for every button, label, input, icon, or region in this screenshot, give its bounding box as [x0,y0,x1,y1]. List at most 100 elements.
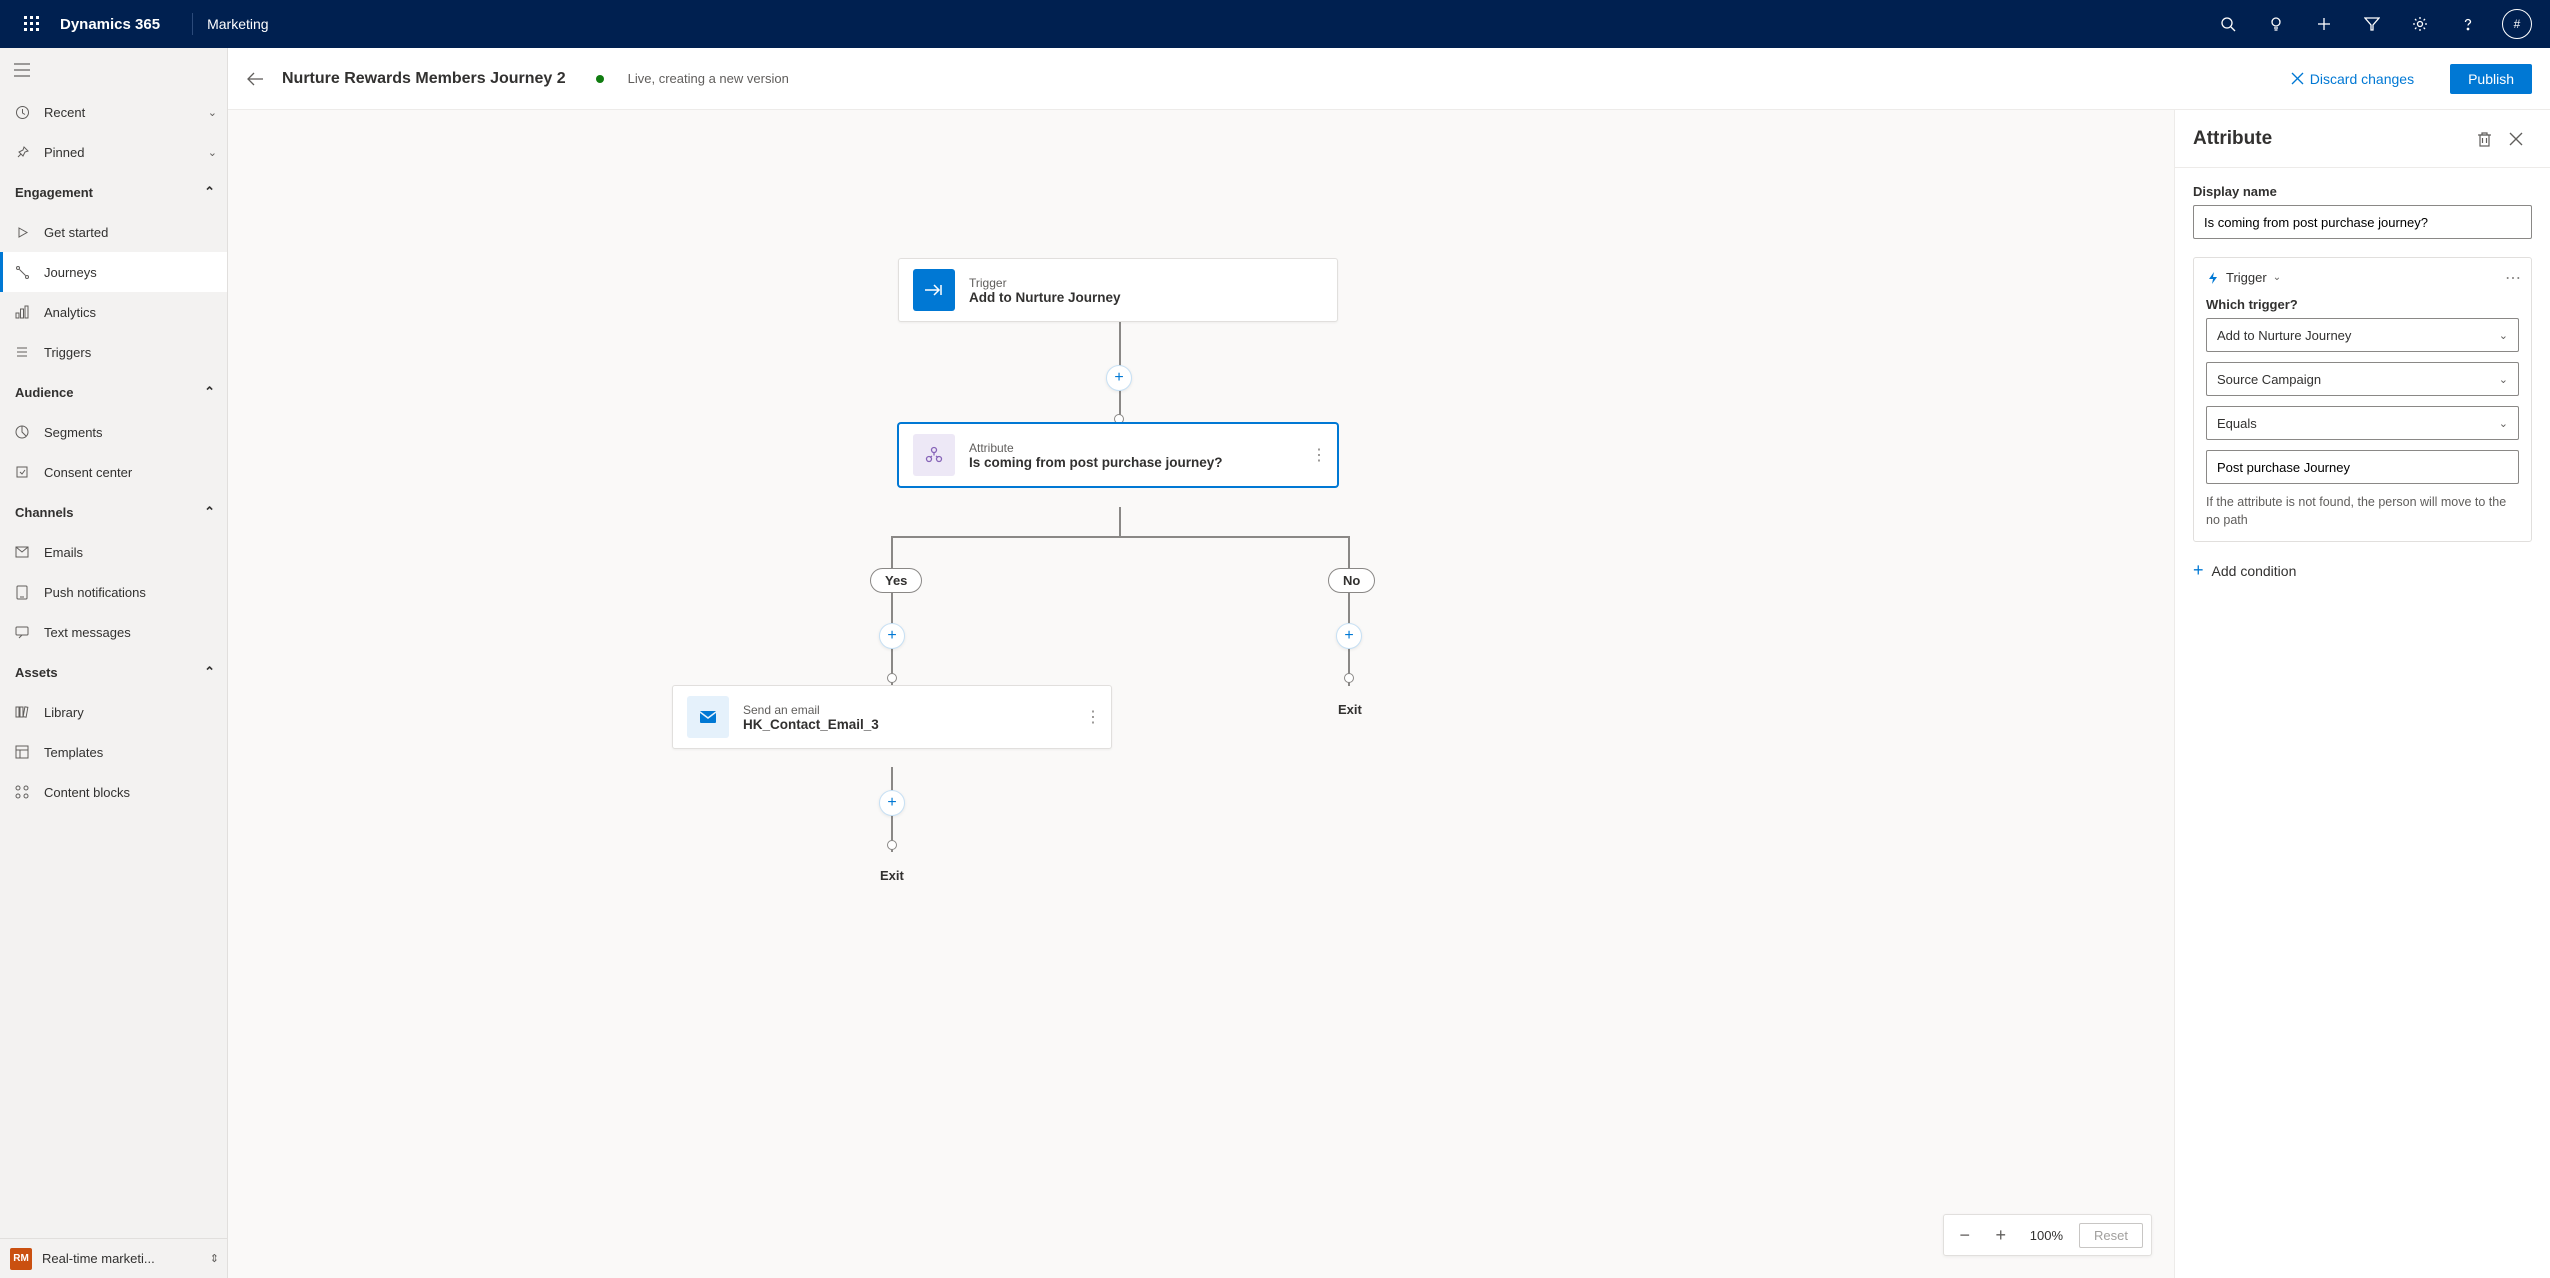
select-value: Equals [2217,416,2257,431]
sidebar-pinned[interactable]: Pinned ⌄ [0,132,227,172]
more-icon[interactable]: ⋮ [1311,445,1327,465]
updown-icon: ⇕ [210,1252,219,1265]
sidebar-item-label: Content blocks [44,785,130,800]
app-launcher-icon[interactable] [8,0,56,48]
sidebar-footer[interactable]: RM Real-time marketi... ⇕ [0,1238,227,1278]
trigger-select[interactable]: Add to Nurture Journey ⌄ [2206,318,2519,352]
gear-icon[interactable] [2396,0,2444,48]
chevron-down-icon: ⌄ [208,106,217,119]
input-port[interactable] [887,673,897,683]
node-trigger[interactable]: Trigger Add to Nurture Journey [898,258,1338,322]
sidebar-group-audience[interactable]: Audience ⌃ [0,372,227,412]
sidebar-item-label: Get started [44,225,108,240]
exit-port[interactable] [887,840,897,850]
sidebar-item-library[interactable]: Library [0,692,227,732]
display-name-input[interactable] [2193,205,2532,239]
branch-connector-no [1348,536,1350,686]
sidebar-group-engagement[interactable]: Engagement ⌃ [0,172,227,212]
sidebar-item-label: Push notifications [44,585,146,600]
add-step-button[interactable]: + [879,623,905,649]
field-select[interactable]: Source Campaign ⌄ [2206,362,2519,396]
sidebar-item-text[interactable]: Text messages [0,612,227,652]
sidebar-item-label: Recent [44,105,194,120]
consent-icon [14,465,30,479]
node-email[interactable]: Send an email HK_Contact_Email_3 ⋮ [672,685,1112,749]
condition-value-input[interactable] [2206,450,2519,484]
play-icon [14,226,30,239]
group-label: Channels [15,505,74,520]
sidebar-item-label: Templates [44,745,103,760]
zoom-in-button[interactable]: + [1988,1222,2014,1248]
exit-port[interactable] [1344,673,1354,683]
sidebar-item-analytics[interactable]: Analytics [0,292,227,332]
node-type-label: Trigger [969,276,1121,290]
node-attribute[interactable]: Attribute Is coming from post purchase j… [898,423,1338,487]
sidebar-item-label: Library [44,705,84,720]
operator-select[interactable]: Equals ⌄ [2206,406,2519,440]
sidebar-item-get-started[interactable]: Get started [0,212,227,252]
delete-icon[interactable] [2468,123,2500,155]
close-icon[interactable] [2500,123,2532,155]
chevron-down-icon: ⌄ [2499,373,2508,386]
sidebar-item-label: Segments [44,425,103,440]
more-icon[interactable]: ⋮ [1085,707,1101,727]
blocks-icon [14,785,30,799]
add-step-button[interactable]: + [1106,365,1132,391]
email-icon [687,696,729,738]
lightbulb-icon[interactable] [2252,0,2300,48]
chevron-up-icon: ⌃ [204,384,215,400]
sidebar-group-assets[interactable]: Assets ⌃ [0,652,227,692]
panel-title: Attribute [2193,128,2468,150]
group-label: Engagement [15,185,93,200]
exit-label: Exit [880,868,904,883]
branch-yes[interactable]: Yes [870,568,922,593]
hamburger-icon[interactable] [0,48,227,92]
library-icon [14,705,30,719]
footer-label: Real-time marketi... [42,1251,200,1266]
branch-no[interactable]: No [1328,568,1375,593]
select-value: Add to Nurture Journey [2217,328,2351,343]
group-label: Audience [15,385,74,400]
sidebar-item-push[interactable]: Push notifications [0,572,227,612]
sidebar-recent[interactable]: Recent ⌄ [0,92,227,132]
zoom-out-button[interactable]: − [1952,1222,1978,1248]
sidebar-item-templates[interactable]: Templates [0,732,227,772]
sidebar-item-label: Analytics [44,305,96,320]
sidebar-item-journeys[interactable]: Journeys [0,252,227,292]
sidebar-item-blocks[interactable]: Content blocks [0,772,227,812]
journey-canvas[interactable]: Trigger Add to Nurture Journey + [228,110,2174,1278]
module-label[interactable]: Marketing [207,16,268,32]
sidebar-group-channels[interactable]: Channels ⌃ [0,492,227,532]
help-text: If the attribute is not found, the perso… [2206,494,2519,529]
sidebar-item-triggers[interactable]: Triggers [0,332,227,372]
back-icon[interactable] [246,72,264,86]
trigger-icon [913,269,955,311]
add-step-button[interactable]: + [879,790,905,816]
segments-icon [14,425,30,439]
sidebar-item-emails[interactable]: Emails [0,532,227,572]
discard-button[interactable]: Discard changes [2291,71,2414,87]
filter-icon[interactable] [2348,0,2396,48]
status-text: Live, creating a new version [628,71,789,86]
sidebar-item-label: Triggers [44,345,91,360]
display-name-label: Display name [2193,184,2532,199]
group-label: Assets [15,665,58,680]
help-icon[interactable] [2444,0,2492,48]
zoom-reset-button[interactable]: Reset [2079,1223,2143,1248]
sidebar-item-label: Journeys [44,265,97,280]
condition-type-selector[interactable]: Trigger ⌄ [2206,270,2519,285]
sidebar-item-segments[interactable]: Segments [0,412,227,452]
sidebar-item-consent[interactable]: Consent center [0,452,227,492]
brand-label[interactable]: Dynamics 365 [60,16,160,33]
add-condition-button[interactable]: + Add condition [2193,560,2532,581]
user-avatar[interactable]: # [2502,9,2532,39]
add-icon[interactable] [2300,0,2348,48]
clock-icon [14,105,30,120]
search-icon[interactable] [2204,0,2252,48]
publish-button[interactable]: Publish [2450,64,2532,94]
add-step-button[interactable]: + [1336,623,1362,649]
bolt-icon [2206,271,2220,285]
more-icon[interactable]: ⋯ [2505,268,2521,288]
exit-label: Exit [1338,702,1362,717]
chevron-down-icon: ⌄ [2499,329,2508,342]
